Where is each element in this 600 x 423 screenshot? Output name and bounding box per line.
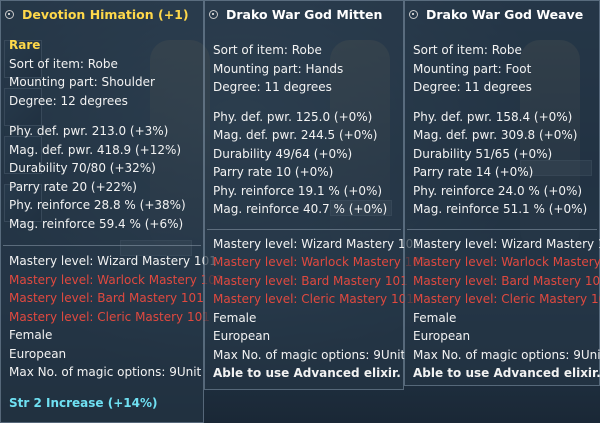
item-degree: Degree: 12 degrees xyxy=(9,93,128,108)
elixir-info: Able to use Advanced elixir. xyxy=(213,366,401,380)
item-title: Devotion Himation (+1) xyxy=(22,6,189,22)
race-requirement: European xyxy=(413,329,471,343)
stat-phy-def: Phy. def. pwr. 125.0 (+0%) xyxy=(213,109,373,124)
magic-options-count: Max No. of magic options: 9Unit xyxy=(213,347,406,362)
bonus-stat: Str 2 Increase (+14%) xyxy=(9,395,158,410)
mastery-requirement-unmet: Mastery level: Bard Mastery 101 xyxy=(213,273,408,288)
tooltip-title-bar: Devotion Himation (+1) xyxy=(1,1,203,27)
stat-durability: Durability 51/65 (+0%) xyxy=(413,146,553,161)
item-tooltip-drako-war-god-weave: Drako War God Weave Sort of item: Robe M… xyxy=(404,0,600,386)
pin-icon[interactable] xyxy=(5,9,14,19)
tooltip-title-bar: Drako War God Weave xyxy=(405,1,599,27)
stat-phy-def: Phy. def. pwr. 158.4 (+0%) xyxy=(413,109,573,124)
stat-phy-reinforce: Phy. reinforce 24.0 % (+0%) xyxy=(413,183,583,198)
mastery-requirement-unmet: Mastery level: Cleric Mastery 101 xyxy=(413,292,600,306)
magic-options-count: Max No. of magic options: 9Unit xyxy=(413,347,600,362)
item-tooltip-devotion-himation: Devotion Himation (+1) Rare Sort of item… xyxy=(0,0,224,423)
stat-parry-rate: Parry rate 20 (+22%) xyxy=(9,179,137,194)
item-rarity: Rare xyxy=(9,38,41,52)
item-sort: Sort of item: Robe xyxy=(213,43,322,57)
mastery-requirement-unmet: Mastery level: Warlock Mastery 101 xyxy=(213,255,428,269)
stat-mag-reinforce: Mag. reinforce 40.7 % (+0%) xyxy=(213,202,388,216)
gender-requirement: Female xyxy=(413,310,457,325)
stat-phy-def: Phy. def. pwr. 213.0 (+3%) xyxy=(9,124,169,138)
mastery-requirement-met: Mastery level: Wizard Mastery 101 xyxy=(213,236,421,251)
item-tooltip-drako-war-god-mitten: Drako War God Mitten Sort of item: Robe … xyxy=(204,0,428,390)
item-mounting-part: Mounting part: Foot xyxy=(413,61,532,76)
item-title: Drako War God Mitten xyxy=(226,6,383,22)
stat-phy-reinforce: Phy. reinforce 28.8 % (+38%) xyxy=(9,198,186,212)
mastery-requirement-unmet: Mastery level: Cleric Mastery 101 xyxy=(213,292,414,306)
pin-icon[interactable] xyxy=(209,9,218,19)
mastery-requirement-unmet: Mastery level: Warlock Mastery 101 xyxy=(9,272,224,287)
mastery-requirement-unmet: Mastery level: Bard Mastery 101 xyxy=(9,291,204,305)
item-degree: Degree: 11 degrees xyxy=(213,80,332,94)
mastery-requirement-unmet: Mastery level: Warlock Mastery 101 xyxy=(413,255,600,269)
race-requirement: European xyxy=(213,329,271,343)
item-mounting-part: Mounting part: Shoulder xyxy=(9,75,155,89)
mastery-requirement-met: Mastery level: Wizard Mastery 101 xyxy=(9,254,217,268)
stat-mag-reinforce: Mag. reinforce 59.4 % (+6%) xyxy=(9,216,184,231)
mastery-requirement-met: Mastery level: Wizard Mastery 101 xyxy=(413,236,600,251)
magic-options-count: Max No. of magic options: 9Unit xyxy=(9,365,202,379)
pin-icon[interactable] xyxy=(409,9,418,19)
stat-phy-reinforce: Phy. reinforce 19.1 % (+0%) xyxy=(213,183,383,198)
tooltip-title-bar: Drako War God Mitten xyxy=(205,1,403,27)
gender-requirement: Female xyxy=(9,328,53,342)
mastery-requirement-unmet: Mastery level: Cleric Mastery 101 xyxy=(9,309,210,324)
item-title: Drako War God Weave xyxy=(426,6,584,22)
stat-durability: Durability 70/80 (+32%) xyxy=(9,161,156,175)
mastery-requirement-unmet: Mastery level: Bard Mastery 101 xyxy=(413,273,600,288)
stat-durability: Durability 49/64 (+0%) xyxy=(213,146,353,161)
race-requirement: European xyxy=(9,346,67,361)
stat-mag-def: Mag. def. pwr. 418.9 (+12%) xyxy=(9,142,182,157)
item-degree: Degree: 11 degrees xyxy=(413,80,532,94)
stat-mag-reinforce: Mag. reinforce 51.1 % (+0%) xyxy=(413,202,588,216)
item-mounting-part: Mounting part: Hands xyxy=(213,61,344,76)
stat-mag-def: Mag. def. pwr. 244.5 (+0%) xyxy=(213,128,378,142)
stat-parry-rate: Parry rate 14 (+0%) xyxy=(413,165,534,179)
elixir-info: Able to use Advanced elixir. xyxy=(413,366,600,380)
item-sort: Sort of item: Robe xyxy=(413,43,522,57)
stat-parry-rate: Parry rate 10 (+0%) xyxy=(213,165,334,179)
stat-mag-def: Mag. def. pwr. 309.8 (+0%) xyxy=(413,128,578,142)
gender-requirement: Female xyxy=(213,310,257,325)
item-sort: Sort of item: Robe xyxy=(9,56,118,71)
